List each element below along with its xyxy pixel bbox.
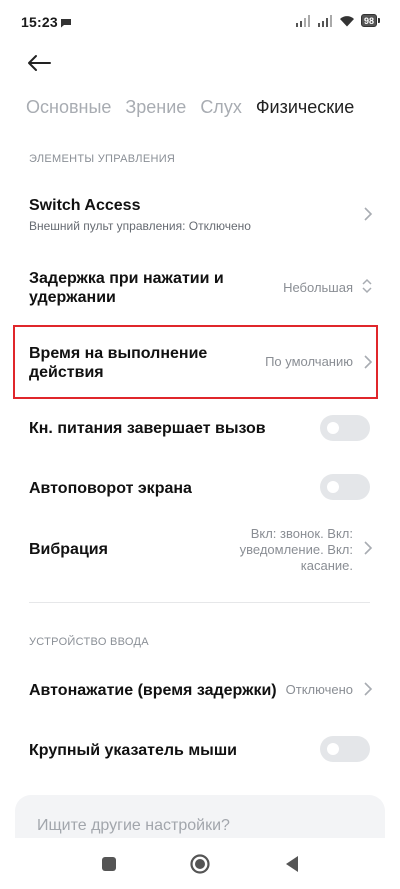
back-button[interactable] bbox=[24, 48, 54, 78]
autoclick-item[interactable]: Автонажатие (время задержки) Отключено bbox=[0, 673, 400, 707]
navigation-bar bbox=[0, 838, 400, 889]
touch-hold-delay-title-2: удержании bbox=[29, 289, 116, 306]
power-ends-call-title: Кн. питания завершает вызов bbox=[29, 420, 266, 437]
vibration-value-3: касание. bbox=[300, 558, 353, 573]
toggle-knob bbox=[327, 481, 339, 493]
switch-access-title: Switch Access bbox=[29, 197, 141, 214]
wifi-icon bbox=[339, 15, 354, 26]
category-tabs: Основные Зрение Слух Физические bbox=[26, 97, 354, 118]
toggle-knob bbox=[327, 743, 339, 755]
status-time: 15:23 bbox=[21, 14, 58, 30]
autorotate-item: Автоповорот экрана bbox=[0, 471, 400, 505]
autoclick-value: Отключено bbox=[285, 682, 353, 697]
chevron-right-icon bbox=[364, 355, 373, 369]
action-time-title-2: действия bbox=[29, 364, 104, 381]
recents-button[interactable] bbox=[97, 852, 121, 876]
power-ends-call-item: Кн. питания завершает вызов bbox=[0, 412, 400, 446]
vibration-item[interactable]: Вибрация Вкл: звонок. Вкл: уведомление. … bbox=[0, 524, 400, 574]
chevron-right-icon bbox=[364, 682, 373, 696]
power-ends-call-toggle[interactable] bbox=[320, 415, 370, 441]
touch-hold-delay-value: Небольшая bbox=[283, 280, 353, 295]
section-header-controls: ЭЛЕМЕНТЫ УПРАВЛЕНИЯ bbox=[29, 153, 176, 165]
large-pointer-title: Крупный указатель мыши bbox=[29, 742, 237, 759]
home-button[interactable] bbox=[188, 852, 212, 876]
action-time-item[interactable]: Время на выполнение действия По умолчани… bbox=[0, 338, 400, 388]
status-bar: 15:23 98 bbox=[0, 0, 400, 44]
tab-physical[interactable]: Физические bbox=[256, 97, 354, 118]
section-header-input: УСТРОЙСТВО ВВОДА bbox=[29, 636, 149, 648]
toggle-knob bbox=[327, 422, 339, 434]
autoclick-title: Автонажатие (время задержки) bbox=[29, 682, 277, 699]
tab-vision[interactable]: Зрение bbox=[125, 97, 186, 118]
vibration-value-1: Вкл: звонок. Вкл: bbox=[250, 526, 353, 541]
action-time-title-1: Время на выполнение bbox=[29, 345, 208, 362]
battery-icon: 98 bbox=[360, 14, 380, 27]
up-down-chevron-icon bbox=[362, 278, 372, 294]
signal-1-icon bbox=[295, 14, 310, 27]
chevron-right-icon bbox=[364, 541, 373, 555]
switch-access-subtitle: Внешний пульт управления: Отключено bbox=[29, 219, 251, 233]
touch-hold-delay-item[interactable]: Задержка при нажатии и удержании Небольш… bbox=[0, 262, 400, 314]
action-time-value: По умолчанию bbox=[265, 354, 353, 369]
tab-basic[interactable]: Основные bbox=[26, 97, 111, 118]
arrow-left-icon bbox=[28, 55, 51, 71]
signal-2-icon bbox=[317, 14, 332, 27]
square-icon bbox=[102, 857, 116, 871]
back-nav-button[interactable] bbox=[280, 852, 304, 876]
large-pointer-item: Крупный указатель мыши bbox=[0, 733, 400, 767]
message-notification-icon bbox=[61, 19, 71, 28]
battery-level: 98 bbox=[360, 14, 377, 27]
large-pointer-toggle[interactable] bbox=[320, 736, 370, 762]
vibration-title: Вибрация bbox=[29, 541, 108, 558]
triangle-back-icon bbox=[286, 856, 298, 872]
status-indicators: 98 bbox=[295, 14, 380, 27]
circle-icon bbox=[190, 854, 210, 874]
vibration-value-2: уведомление. Вкл: bbox=[239, 542, 353, 557]
search-placeholder: Ищите другие настройки? bbox=[37, 817, 230, 834]
tab-hearing[interactable]: Слух bbox=[200, 97, 242, 118]
touch-hold-delay-title-1: Задержка при нажатии и bbox=[29, 270, 224, 287]
autorotate-toggle[interactable] bbox=[320, 474, 370, 500]
chevron-right-icon bbox=[364, 207, 373, 221]
section-divider bbox=[29, 602, 370, 603]
switch-access-item[interactable]: Switch Access Внешний пульт управления: … bbox=[0, 186, 400, 246]
autorotate-title: Автоповорот экрана bbox=[29, 480, 192, 497]
